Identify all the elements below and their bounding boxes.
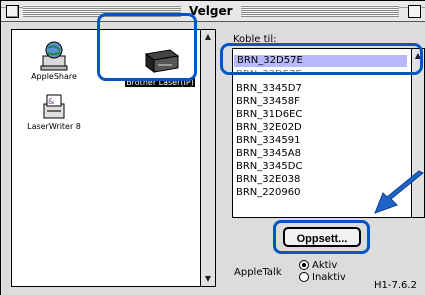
scroll-up-arrow-icon[interactable]: ▲ <box>202 31 214 43</box>
version-label: H1-7.6.2 <box>374 280 417 291</box>
list-item[interactable]: BRN_31D6EC <box>236 109 302 121</box>
svg-text:&: & <box>48 97 54 106</box>
device-label: AppleShare <box>31 72 77 81</box>
setup-button[interactable]: Oppsett... <box>283 227 361 247</box>
device-appleshare[interactable]: AppleShare <box>14 40 94 81</box>
device-laserwriter[interactable]: & LaserWriter 8 <box>14 92 94 131</box>
device-label: LaserWriter 8 <box>27 122 81 131</box>
scroll-down-arrow-icon[interactable]: ▼ <box>202 273 214 285</box>
selected-printer-highlight <box>220 43 423 75</box>
radio-label: Aktiv <box>312 260 338 271</box>
list-item[interactable]: BRN_3345D7 <box>236 83 302 95</box>
zoom-box-icon[interactable] <box>408 5 421 18</box>
selected-device-highlight <box>97 13 197 81</box>
appleshare-icon <box>40 41 68 71</box>
list-item[interactable]: BRN_220960 <box>236 187 300 199</box>
title-bar[interactable]: Velger <box>1 1 425 22</box>
appletalk-label: AppleTalk <box>234 267 282 278</box>
list-item[interactable]: BRN_33458F <box>236 96 300 108</box>
appletalk-active-radio[interactable]: Aktiv <box>299 260 337 271</box>
laserwriter-icon: & <box>43 94 65 119</box>
list-item[interactable]: BRN_3345A8 <box>236 148 301 160</box>
radio-unselected-icon[interactable] <box>299 272 309 282</box>
list-item[interactable]: BRN_32E038 <box>236 174 300 186</box>
close-box-icon[interactable] <box>6 5 19 18</box>
device-list-scrollbar[interactable]: ▲ ▼ <box>200 30 215 286</box>
chooser-window: Velger AppleShare Brother Laser(IP) & La… <box>0 0 425 295</box>
appletalk-inactive-radio[interactable]: Inaktiv <box>299 272 346 283</box>
list-item[interactable]: BRN_334591 <box>236 135 300 147</box>
list-item[interactable]: BRN_32E02D <box>236 122 302 134</box>
radio-label: Inaktiv <box>312 272 346 283</box>
list-item[interactable]: BRN_3345DC <box>236 161 302 173</box>
pointer-arrow-icon <box>374 170 424 214</box>
radio-selected-icon[interactable] <box>299 260 309 270</box>
